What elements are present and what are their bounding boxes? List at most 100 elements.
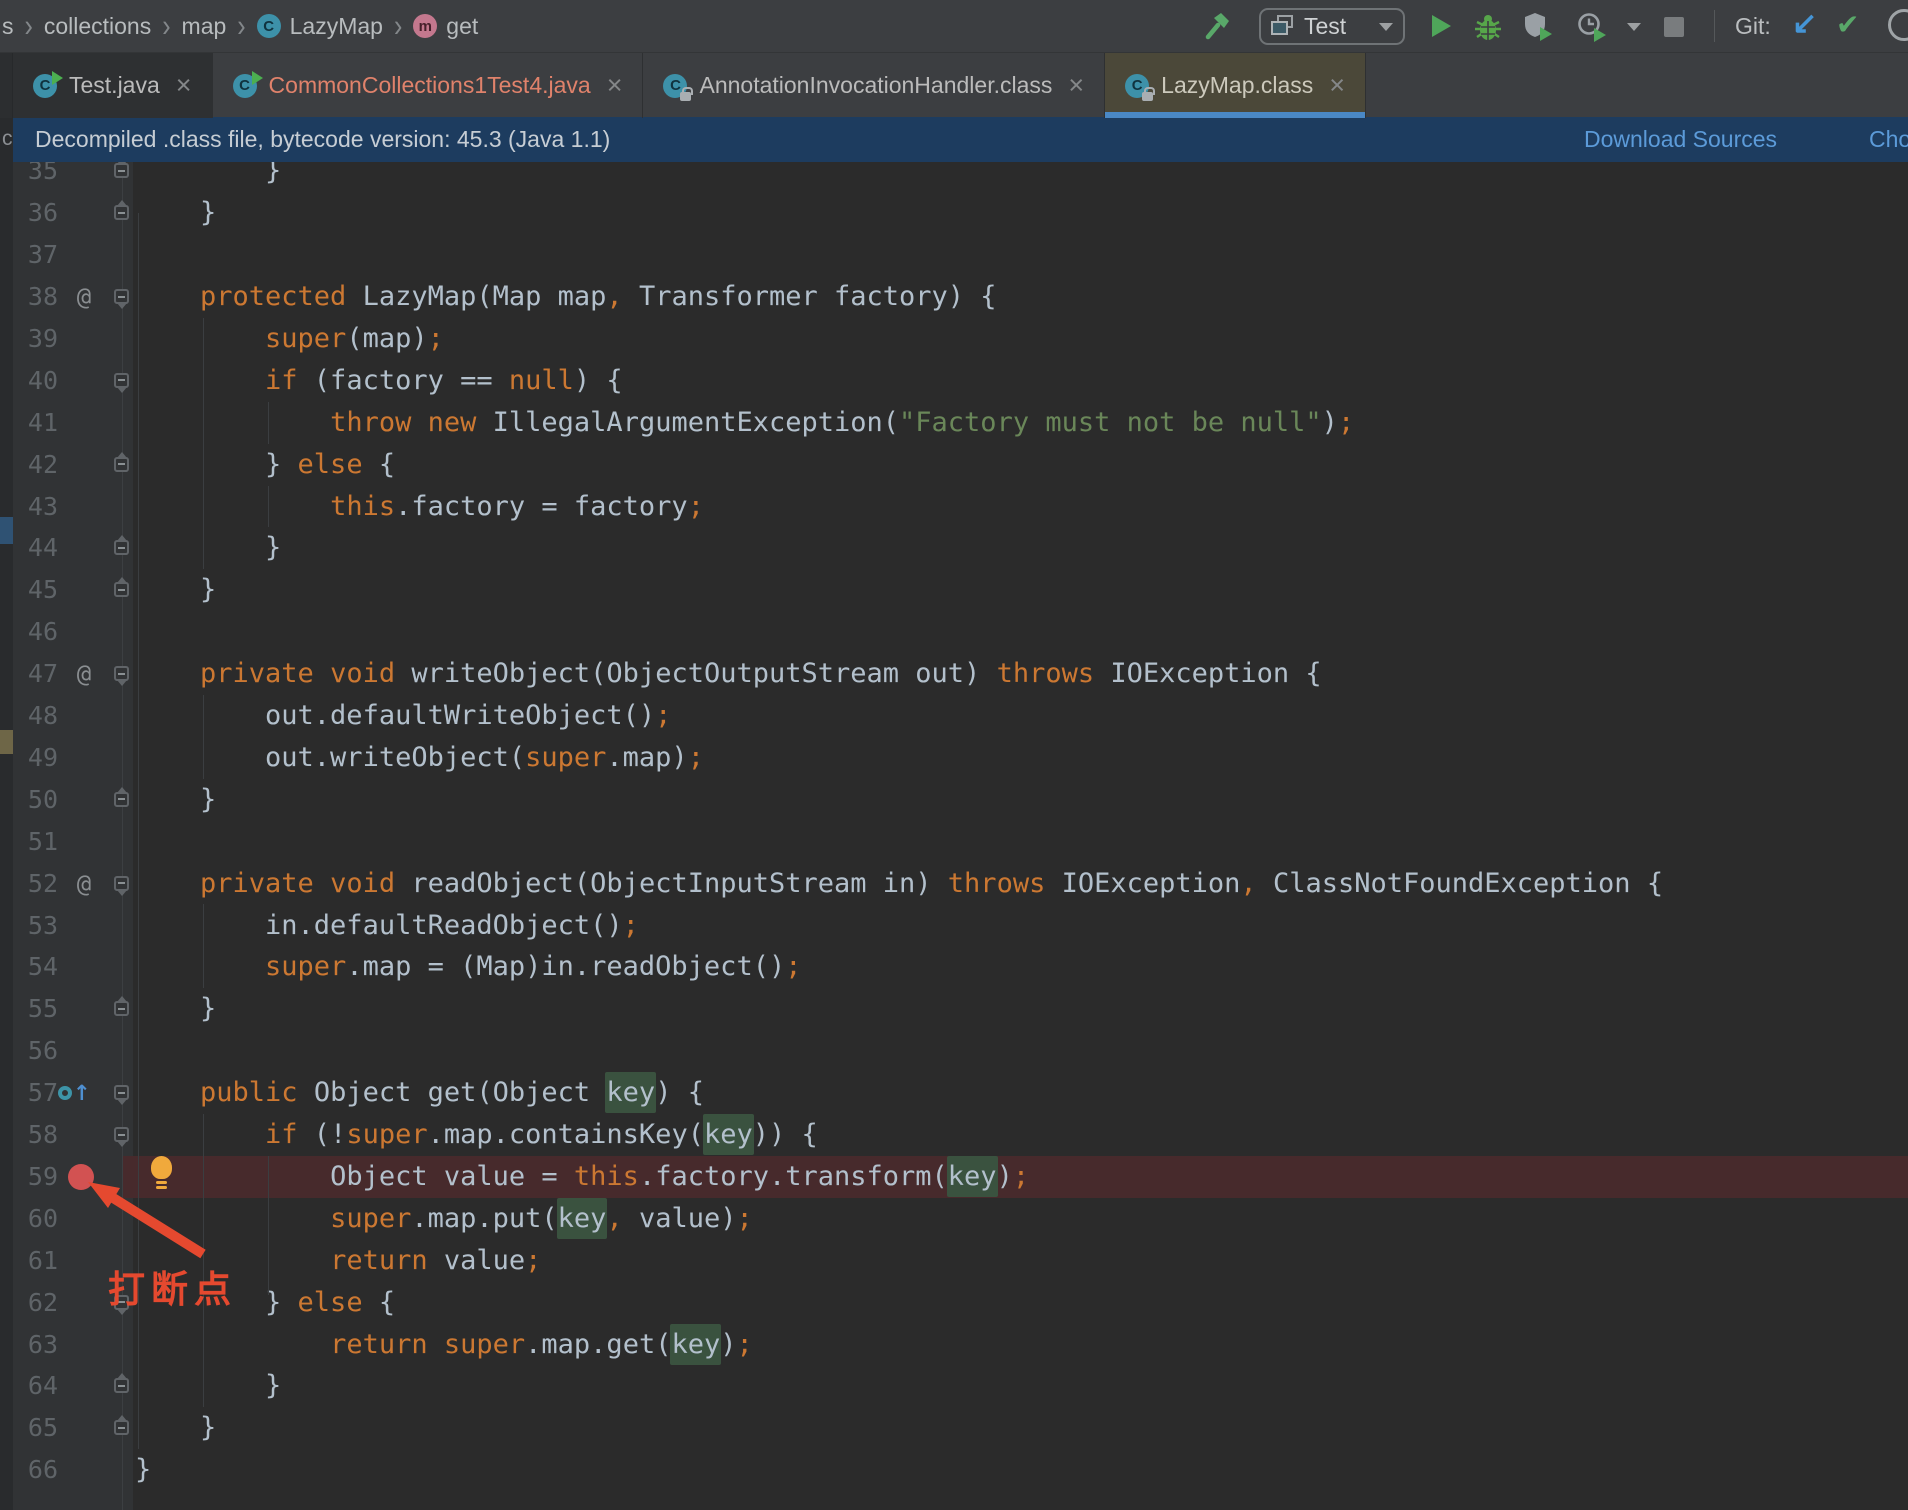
line-number[interactable]: 61 [0, 1240, 58, 1282]
fold-marker-icon[interactable] [114, 666, 129, 687]
code-line-47[interactable]: 47 @ private void writeObject(ObjectOutput… [0, 653, 1908, 695]
fold-marker-icon[interactable] [114, 289, 129, 309]
run-configuration-selector[interactable]: Test [1259, 8, 1405, 45]
fold-marker-icon[interactable] [114, 1085, 129, 1106]
line-number[interactable]: 60 [0, 1198, 58, 1240]
line-number[interactable]: 41 [0, 402, 58, 444]
profiler-button[interactable] [1576, 11, 1610, 43]
fold-marker-icon[interactable] [114, 372, 129, 393]
code-line-36[interactable]: 36} [0, 192, 1908, 234]
breadcrumb-item[interactable]: s [2, 13, 14, 40]
debug-button[interactable] [1472, 11, 1504, 43]
code-line-61[interactable]: 61 return value; [0, 1240, 1908, 1282]
line-number[interactable]: 63 [0, 1324, 58, 1366]
line-number[interactable]: 54 [0, 946, 58, 988]
line-number[interactable]: 55 [0, 988, 58, 1030]
code-line-48[interactable]: 48 out.defaultWriteObject(); [0, 695, 1908, 737]
line-number[interactable]: 37 [0, 234, 58, 276]
fold-marker-icon[interactable] [114, 451, 129, 472]
close-tab-icon[interactable]: × [1068, 72, 1084, 99]
annotated-gutter-icon[interactable]: @ [66, 276, 102, 318]
code-line-52[interactable]: 52 @ private void readObject(ObjectInputSt… [0, 863, 1908, 905]
code-line-66[interactable]: 66} [0, 1449, 1908, 1491]
code-line-45[interactable]: 45} [0, 569, 1908, 611]
close-tab-icon[interactable]: × [1329, 72, 1345, 99]
code-line-38[interactable]: 38 @ protected LazyMap(Map map, Transforme… [0, 276, 1908, 318]
breadcrumb-item-lazymap[interactable]: LazyMap [290, 13, 383, 40]
profiler-dropdown-caret[interactable] [1627, 23, 1641, 31]
line-number[interactable]: 57 [0, 1072, 58, 1114]
tab-commoncollections1test4-java[interactable]: C CommonCollections1Test4.java × [213, 53, 644, 118]
annotated-gutter-icon[interactable]: @ [66, 863, 102, 905]
code-line-62[interactable]: 62} else { [0, 1282, 1908, 1324]
line-number[interactable]: 47 [0, 653, 58, 695]
fold-marker-icon[interactable] [114, 1373, 129, 1394]
line-number[interactable]: 36 [0, 192, 58, 234]
line-number[interactable]: 49 [0, 737, 58, 779]
line-number[interactable]: 59 [0, 1156, 58, 1198]
overrides-method-icon[interactable]: ↑ [58, 1081, 91, 1105]
fold-marker-icon[interactable] [114, 786, 129, 807]
annotated-gutter-icon[interactable]: @ [66, 653, 102, 695]
code-line-42[interactable]: 42} else { [0, 444, 1908, 486]
editor-pane[interactable]: c 35} 36} 37 38 @ protected LazyMap(Map map, … [0, 117, 1908, 1510]
git-commit-icon[interactable]: ✔ [1836, 8, 1859, 41]
line-number[interactable]: 64 [0, 1365, 58, 1407]
code-line-37[interactable]: 37 [0, 234, 1908, 276]
line-number[interactable]: 44 [0, 527, 58, 569]
clipped-circle-icon[interactable] [1888, 9, 1908, 41]
code-line-44[interactable]: 44} [0, 527, 1908, 569]
code-line-58[interactable]: 58 if (!super.map.containsKey(key)) { [0, 1114, 1908, 1156]
code-line-51[interactable]: 51 [0, 821, 1908, 863]
code-line-56[interactable]: 56 [0, 1030, 1908, 1072]
code-line-59[interactable]: 59 Object value = this.factory.transform(… [0, 1155, 1908, 1198]
fold-marker-icon[interactable] [114, 996, 129, 1017]
git-update-icon[interactable]: ↙ [1792, 6, 1817, 41]
line-number[interactable]: 50 [0, 779, 58, 821]
line-number[interactable]: 43 [0, 486, 58, 528]
fold-marker-icon[interactable] [114, 200, 129, 221]
tab-lazymap-class[interactable]: C LazyMap.class × [1105, 53, 1367, 118]
line-number[interactable]: 42 [0, 444, 58, 486]
fold-marker-icon[interactable] [114, 1127, 129, 1147]
code-line-57[interactable]: 57 ↑ public Object get(Object key) { [0, 1072, 1908, 1114]
fold-marker-icon[interactable] [114, 535, 129, 556]
fold-marker-icon[interactable] [114, 875, 129, 896]
close-tab-icon[interactable]: × [176, 72, 192, 99]
line-number[interactable]: 58 [0, 1114, 58, 1156]
code-line-49[interactable]: 49 out.writeObject(super.map); [0, 737, 1908, 779]
code-line-65[interactable]: 65} [0, 1407, 1908, 1449]
code-line-50[interactable]: 50} [0, 779, 1908, 821]
download-sources-link[interactable]: Download Sources [1584, 117, 1777, 162]
run-button[interactable] [1432, 15, 1451, 37]
line-number[interactable]: 53 [0, 905, 58, 947]
code-line-55[interactable]: 55} [0, 988, 1908, 1030]
build-hammer-icon[interactable] [1202, 11, 1232, 41]
stop-button[interactable] [1664, 17, 1684, 37]
line-number[interactable]: 65 [0, 1407, 58, 1449]
choose-sources-link[interactable]: Choose Sources [1869, 117, 1908, 162]
breadcrumb-item-collections[interactable]: collections [44, 13, 151, 40]
tab-annotationinvocationhandler-class[interactable]: C AnnotationInvocationHandler.class × [643, 53, 1106, 118]
line-number[interactable]: 56 [0, 1030, 58, 1072]
code-line-43[interactable]: 43 this.factory = factory; [0, 486, 1908, 528]
code-line-41[interactable]: 41 throw new IllegalArgumentException("Fa… [0, 402, 1908, 444]
line-number[interactable]: 45 [0, 569, 58, 611]
line-number[interactable]: 62 [0, 1282, 58, 1324]
code-line-53[interactable]: 53 in.defaultReadObject(); [0, 905, 1908, 947]
breadcrumb-item-map[interactable]: map [182, 13, 227, 40]
line-number[interactable]: 66 [0, 1449, 58, 1491]
code-line-54[interactable]: 54 super.map = (Map)in.readObject(); [0, 946, 1908, 988]
line-number[interactable]: 51 [0, 821, 58, 863]
line-number[interactable]: 38 [0, 276, 58, 318]
line-number[interactable]: 39 [0, 318, 58, 360]
code-line-40[interactable]: 40 if (factory == null) { [0, 360, 1908, 402]
fold-marker-icon[interactable] [114, 158, 129, 179]
line-number[interactable]: 46 [0, 611, 58, 653]
fold-marker-icon[interactable] [114, 1415, 129, 1436]
code-line-63[interactable]: 63 return super.map.get(key); [0, 1323, 1908, 1366]
line-number[interactable]: 52 [0, 863, 58, 905]
run-with-coverage-button[interactable] [1521, 11, 1555, 43]
code-line-46[interactable]: 46 [0, 611, 1908, 653]
breadcrumb-item-get[interactable]: get [446, 13, 478, 40]
